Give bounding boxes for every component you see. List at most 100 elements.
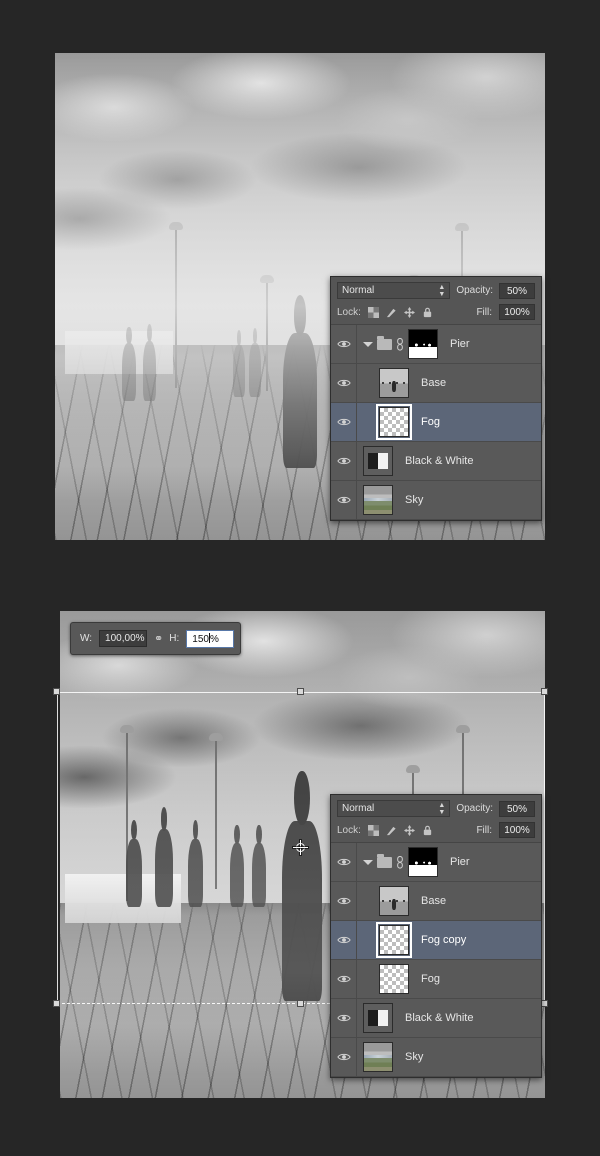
layers-panel-step2[interactable]: Normal ▲ ▼ Opacity: 50% Lock: Fill: 100%… bbox=[330, 794, 542, 1078]
layer-thumbnail[interactable] bbox=[379, 368, 409, 398]
layer-thumbnail[interactable] bbox=[363, 1042, 393, 1072]
layer-thumb-group[interactable] bbox=[357, 485, 393, 515]
layer-row[interactable]: Fog copy bbox=[331, 921, 541, 960]
link-icon[interactable] bbox=[396, 337, 404, 351]
chevron-down-icon[interactable] bbox=[363, 341, 373, 347]
pedestrian-main bbox=[283, 295, 317, 468]
layer-thumb-group[interactable] bbox=[357, 329, 438, 359]
layer-row[interactable]: Black & White bbox=[331, 442, 541, 481]
eye-icon[interactable] bbox=[336, 974, 351, 984]
eye-icon[interactable] bbox=[336, 339, 351, 349]
layer-name: Sky bbox=[405, 494, 424, 506]
width-input[interactable]: 100,00% bbox=[99, 630, 148, 647]
layer-thumbnail[interactable] bbox=[379, 886, 409, 916]
layer-thumbnail[interactable] bbox=[376, 922, 412, 958]
fill-label: Fill: bbox=[476, 824, 492, 836]
layers-list-step1[interactable]: Pier Base Fog Black & White Sky bbox=[331, 325, 541, 520]
lock-all-icon[interactable] bbox=[422, 825, 433, 836]
layer-row[interactable]: Sky bbox=[331, 1038, 541, 1077]
lock-transparency-icon[interactable] bbox=[367, 306, 379, 318]
blend-mode-value: Normal bbox=[342, 803, 375, 814]
pedestrian bbox=[122, 326, 136, 401]
height-input[interactable]: 150% bbox=[186, 629, 235, 648]
layer-thumb-group[interactable] bbox=[357, 404, 412, 440]
transform-edge-left[interactable] bbox=[57, 692, 58, 1004]
layer-row[interactable]: Sky bbox=[331, 481, 541, 520]
transform-handle-top-left[interactable] bbox=[53, 688, 60, 695]
blend-mode-value: Normal bbox=[342, 285, 375, 296]
lock-transparency-icon[interactable] bbox=[367, 824, 379, 836]
fill-value[interactable]: 100% bbox=[499, 304, 535, 320]
eye-icon[interactable] bbox=[336, 935, 351, 945]
layer-row[interactable]: Base bbox=[331, 882, 541, 921]
layer-name: Sky bbox=[405, 1051, 424, 1063]
layer-visibility-toggle[interactable] bbox=[331, 1038, 357, 1076]
blend-mode-select[interactable]: Normal ▲ ▼ bbox=[337, 282, 451, 299]
layer-thumb-group[interactable] bbox=[357, 1003, 393, 1033]
opacity-value[interactable]: 50% bbox=[499, 800, 535, 817]
chevron-updown-icon: ▲ ▼ bbox=[438, 801, 446, 816]
layer-row[interactable]: Pier bbox=[331, 843, 541, 882]
layer-visibility-toggle[interactable] bbox=[331, 442, 357, 480]
layer-visibility-toggle[interactable] bbox=[331, 921, 357, 959]
layer-thumb-group[interactable] bbox=[357, 922, 412, 958]
eye-icon[interactable] bbox=[336, 456, 351, 466]
transform-handle-bottom-left[interactable] bbox=[53, 1000, 60, 1007]
fill-value[interactable]: 100% bbox=[499, 822, 535, 838]
lock-all-icon[interactable] bbox=[422, 307, 433, 318]
layer-row[interactable]: Base bbox=[331, 364, 541, 403]
layer-visibility-toggle[interactable] bbox=[331, 325, 357, 363]
layer-thumbnail[interactable] bbox=[363, 1003, 393, 1033]
transform-reference-point[interactable] bbox=[293, 840, 308, 855]
layer-thumb-group[interactable] bbox=[357, 847, 438, 877]
layer-name: Black & White bbox=[405, 1012, 474, 1024]
eye-icon[interactable] bbox=[336, 495, 351, 505]
layer-thumb-group[interactable] bbox=[357, 964, 409, 994]
layer-thumbnail[interactable] bbox=[379, 964, 409, 994]
layer-visibility-toggle[interactable] bbox=[331, 999, 357, 1037]
height-input-value: 150 bbox=[192, 633, 209, 645]
eye-icon[interactable] bbox=[336, 1013, 351, 1023]
chevron-down-icon[interactable] bbox=[363, 859, 373, 865]
blend-mode-select[interactable]: Normal ▲ ▼ bbox=[337, 800, 451, 817]
layer-row[interactable]: Black & White bbox=[331, 999, 541, 1038]
pedestrian bbox=[252, 825, 266, 907]
link-icon[interactable] bbox=[396, 855, 404, 869]
layer-mask-thumbnail[interactable] bbox=[408, 847, 438, 877]
layer-thumbnail[interactable] bbox=[363, 446, 393, 476]
eye-icon[interactable] bbox=[336, 378, 351, 388]
layer-name: Pier bbox=[450, 856, 470, 868]
layers-panel-step1[interactable]: Normal ▲ ▼ Opacity: 50% Lock: Fill: 100%… bbox=[330, 276, 542, 521]
lock-image-icon[interactable] bbox=[386, 825, 397, 836]
layer-thumbnail[interactable] bbox=[363, 485, 393, 515]
layers-list-step2[interactable]: Pier Base Fog copy Fog Black & White Sky bbox=[331, 843, 541, 1077]
lock-position-icon[interactable] bbox=[403, 306, 415, 318]
opacity-value[interactable]: 50% bbox=[499, 282, 535, 299]
layer-thumb-group[interactable] bbox=[357, 368, 409, 398]
eye-icon[interactable] bbox=[336, 417, 351, 427]
layer-thumb-group[interactable] bbox=[357, 886, 409, 916]
link-chain-icon[interactable]: ⚭ bbox=[154, 632, 163, 645]
pier-railing bbox=[64, 330, 173, 375]
layer-row[interactable]: Pier bbox=[331, 325, 541, 364]
layer-thumb-group[interactable] bbox=[357, 1042, 393, 1072]
pedestrian bbox=[188, 819, 203, 907]
transform-options-bar[interactable]: W: 100,00% ⚭ H: 150% bbox=[70, 622, 241, 655]
lock-position-icon[interactable] bbox=[403, 824, 415, 836]
eye-icon[interactable] bbox=[336, 857, 351, 867]
layer-thumb-group[interactable] bbox=[357, 446, 393, 476]
eye-icon[interactable] bbox=[336, 1052, 351, 1062]
layer-mask-thumbnail[interactable] bbox=[408, 329, 438, 359]
layer-visibility-toggle[interactable] bbox=[331, 403, 357, 441]
layer-visibility-toggle[interactable] bbox=[331, 960, 357, 998]
layer-row[interactable]: Fog bbox=[331, 403, 541, 442]
lock-image-icon[interactable] bbox=[386, 307, 397, 318]
eye-icon[interactable] bbox=[336, 896, 351, 906]
layer-visibility-toggle[interactable] bbox=[331, 481, 357, 519]
layer-visibility-toggle[interactable] bbox=[331, 882, 357, 920]
layer-visibility-toggle[interactable] bbox=[331, 843, 357, 881]
layer-row[interactable]: Fog bbox=[331, 960, 541, 999]
lamp-post bbox=[209, 733, 223, 889]
layer-thumbnail[interactable] bbox=[376, 404, 412, 440]
layer-visibility-toggle[interactable] bbox=[331, 364, 357, 402]
